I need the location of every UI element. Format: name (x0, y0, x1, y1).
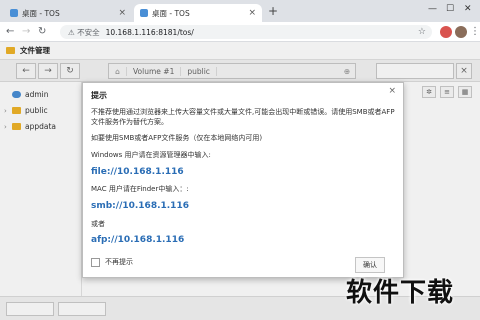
maximize-button[interactable]: ☐ (446, 3, 454, 15)
upload-tip-dialog: 提示 × 不推荐使用通过浏览器来上传大容量文件或大量文件,可能会出现中断或错误。… (82, 82, 404, 278)
dont-show-again-checkbox[interactable]: 不再提示 (91, 257, 133, 267)
tab-title: 桌面 - TOS (152, 8, 190, 18)
minimize-button[interactable]: — (428, 3, 437, 15)
tos-favicon-icon (140, 9, 148, 17)
tos-favicon-icon (10, 9, 18, 17)
url-text: 10.168.1.116:8181/tos/ (105, 27, 194, 37)
close-window-button[interactable]: ✕ (464, 3, 472, 15)
mac-label: MAC 用户请在Finder中输入：: (91, 185, 189, 193)
close-tab-icon[interactable]: × (248, 8, 256, 18)
smb-path-link[interactable]: smb://10.168.1.116 (91, 201, 189, 211)
afp-path-link[interactable]: afp://10.168.1.116 (91, 235, 184, 245)
profile-avatar[interactable] (455, 26, 467, 38)
extension-icon[interactable] (440, 26, 452, 38)
new-tab-button[interactable]: + (268, 4, 278, 18)
confirm-button[interactable]: 确认 (355, 257, 385, 273)
reload-icon[interactable]: ↻ (38, 25, 46, 39)
checkbox-box[interactable] (91, 257, 100, 267)
close-tab-icon[interactable]: × (118, 8, 126, 18)
browser-tab-2[interactable]: 桌面 - TOS × (134, 4, 262, 22)
address-bar-row: ← → ↻ ⚠ 不安全 10.168.1.116:8181/tos/ ☆ ⋮ (0, 22, 480, 42)
back-icon[interactable]: ← (6, 25, 14, 39)
windows-label: Windows 用户请在资源管理器中输入: (91, 151, 211, 159)
url-field[interactable]: ⚠ 不安全 10.168.1.116:8181/tos/ ☆ (60, 25, 432, 39)
or-label: 或者 (91, 220, 105, 228)
watermark-text: 软件下载 (346, 278, 455, 308)
bookmark-star-icon[interactable]: ☆ (418, 27, 426, 37)
browser-menu-icon[interactable]: ⋮ (470, 25, 480, 39)
checkbox-label: 不再提示 (105, 258, 133, 266)
security-warning[interactable]: ⚠ 不安全 (68, 27, 100, 38)
tab-title: 桌面 - TOS (22, 8, 60, 18)
dialog-close-icon[interactable]: × (388, 86, 396, 96)
forward-icon[interactable]: → (22, 25, 30, 39)
smb-hint-text: 如要使用SMB或者AFP文件服务（仅在本地网络内可用) (91, 134, 263, 142)
dialog-title: 提示 (91, 91, 107, 100)
warning-text: 不推荐使用通过浏览器来上传大容量文件或大量文件,可能会出现中断或错误。请使用SM… (91, 108, 395, 126)
browser-tab-bar: 桌面 - TOS × 桌面 - TOS × + — ☐ ✕ (0, 0, 480, 22)
windows-path-link[interactable]: file://10.168.1.116 (91, 167, 184, 177)
browser-tab-1[interactable]: 桌面 - TOS × (4, 4, 132, 22)
